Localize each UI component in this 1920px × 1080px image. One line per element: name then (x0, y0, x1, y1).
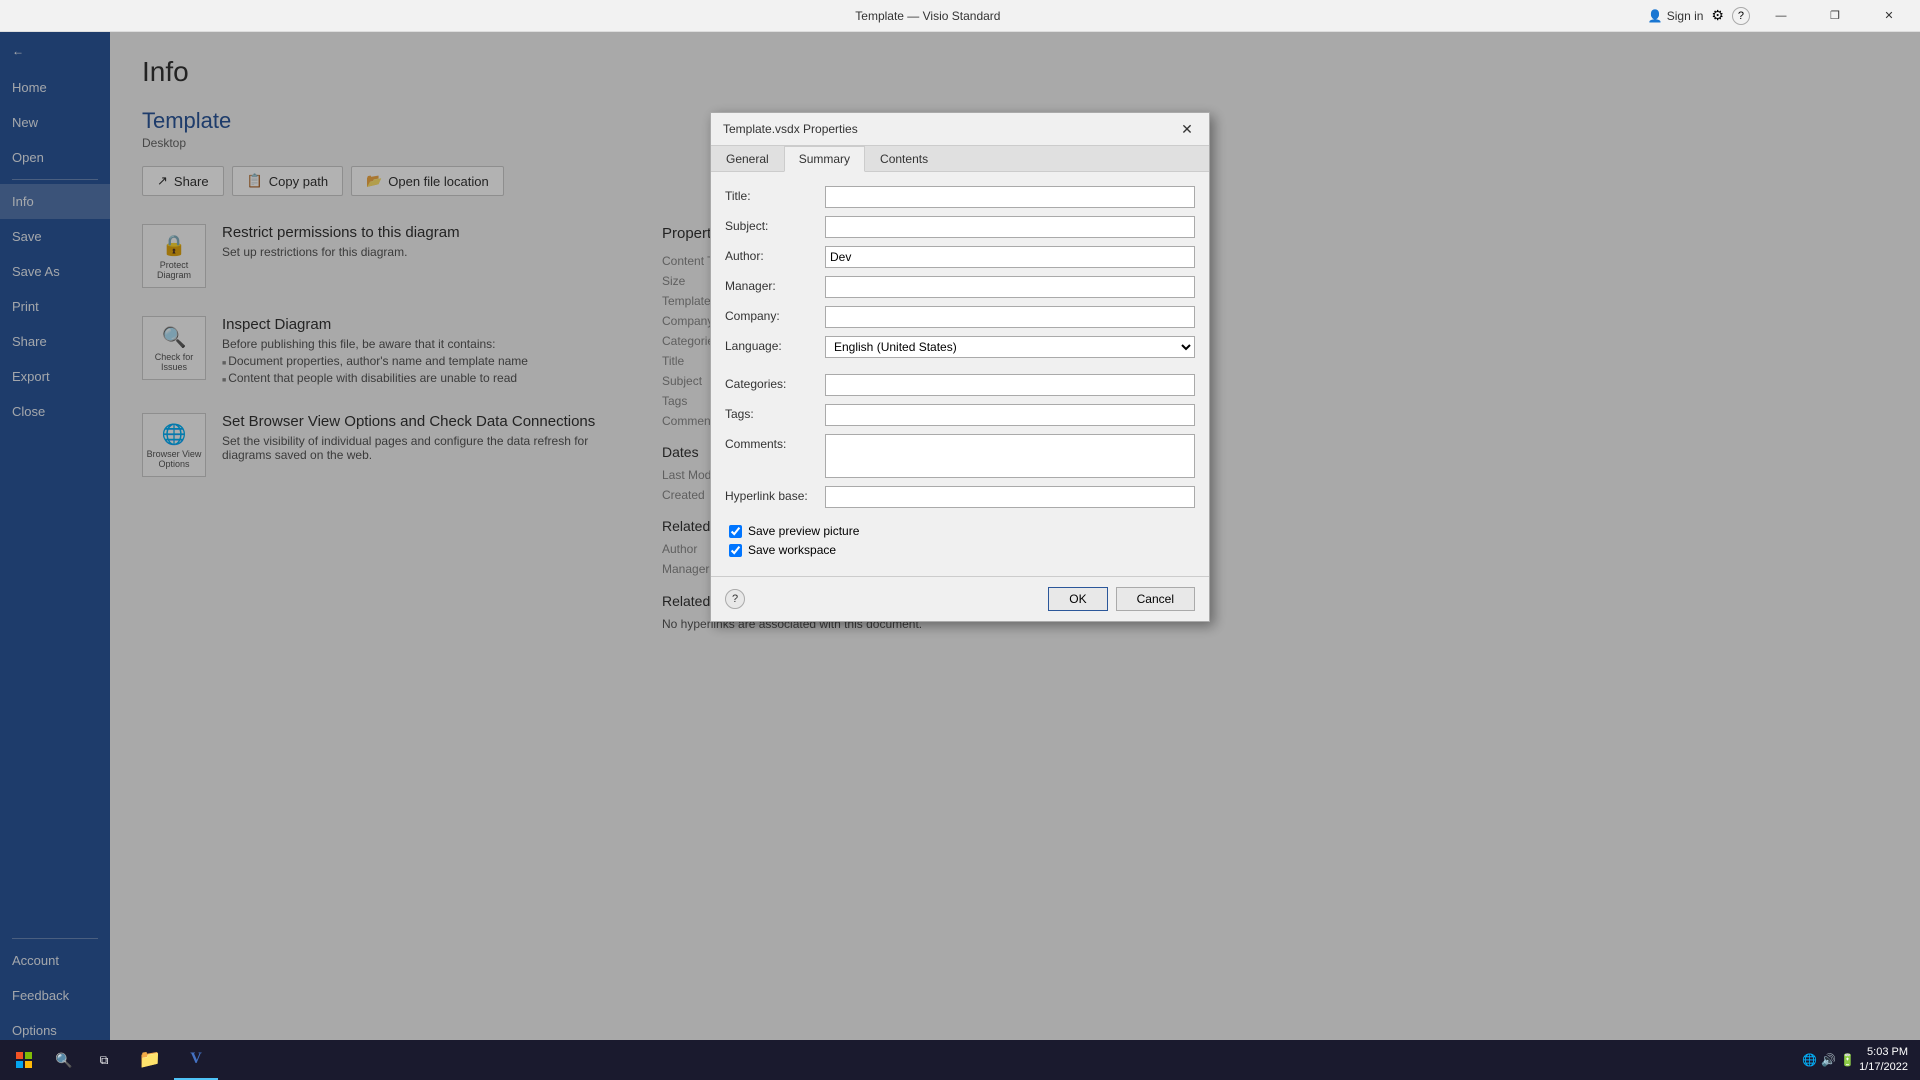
dialog-language-label: Language: (725, 336, 825, 353)
save-preview-checkbox[interactable] (729, 525, 742, 538)
user-icon: 👤 (1648, 9, 1663, 23)
help-icon[interactable]: ? (1732, 7, 1750, 25)
dialog-title: Template.vsdx Properties (723, 122, 858, 136)
close-button[interactable]: ✕ (1866, 0, 1912, 32)
task-view-button[interactable]: ⧉ (84, 1040, 124, 1080)
dialog-company-field-row: Company: (725, 306, 1195, 328)
taskbar-clock: 5:03 PM (1859, 1045, 1908, 1060)
dialog-manager-field-row: Manager: (725, 276, 1195, 298)
title-bar-controls: 👤 Sign in ⚙ ? — ❐ ✕ (1648, 0, 1912, 32)
dialog-tags-label: Tags: (725, 404, 825, 421)
network-icon: 🌐 (1802, 1053, 1817, 1067)
explorer-icon: 📁 (139, 1049, 161, 1070)
visio-icon: V (190, 1050, 202, 1068)
taskbar-app-explorer[interactable]: 📁 (128, 1040, 172, 1080)
dialog-title-field-row: Title: (725, 186, 1195, 208)
dialog-company-label: Company: (725, 306, 825, 323)
dialog-close-button[interactable]: ✕ (1177, 119, 1197, 139)
dialog-hyperlink-input[interactable] (825, 486, 1195, 508)
dialog-subject-label: Subject: (725, 216, 825, 233)
properties-dialog: Template.vsdx Properties ✕ General Summa… (710, 112, 1210, 622)
dialog-body: Title: Subject: Author: Manager: Company… (711, 172, 1209, 576)
dialog-comments-label: Comments: (725, 434, 825, 451)
save-workspace-row: Save workspace (729, 543, 1195, 557)
dialog-categories-label: Categories: (725, 374, 825, 391)
dialog-hyperlink-label: Hyperlink base: (725, 486, 825, 503)
signin-label[interactable]: Sign in (1667, 9, 1704, 23)
tab-summary[interactable]: Summary (784, 146, 865, 172)
save-workspace-label: Save workspace (748, 543, 836, 557)
taskbar-sys-icons: 🌐 🔊 🔋 (1802, 1053, 1855, 1067)
taskbar-date: 1/17/2022 (1859, 1060, 1908, 1075)
dialog-cancel-button[interactable]: Cancel (1116, 587, 1195, 611)
taskbar-time[interactable]: 5:03 PM 1/17/2022 (1859, 1045, 1908, 1076)
dialog-author-input[interactable] (825, 246, 1195, 268)
dialog-manager-input[interactable] (825, 276, 1195, 298)
title-bar: Template — Visio Standard 👤 Sign in ⚙ ? … (0, 0, 1920, 32)
taskbar: 🔍 ⧉ 📁 V 🌐 🔊 🔋 5:03 PM 1/17/2022 (0, 1040, 1920, 1080)
dialog-subject-input[interactable] (825, 216, 1195, 238)
taskbar-apps: 📁 V (128, 1040, 218, 1080)
tab-contents[interactable]: Contents (865, 146, 943, 172)
taskbar-right: 🌐 🔊 🔋 5:03 PM 1/17/2022 (1802, 1045, 1916, 1076)
task-view-icon: ⧉ (100, 1053, 109, 1068)
dialog-tabs: General Summary Contents (711, 146, 1209, 172)
dialog-company-input[interactable] (825, 306, 1195, 328)
search-button[interactable]: 🔍 (44, 1040, 84, 1080)
minimize-button[interactable]: — (1758, 0, 1804, 32)
dialog-title-label: Title: (725, 186, 825, 203)
dialog-footer-buttons: OK Cancel (1048, 587, 1195, 611)
start-button[interactable] (4, 1040, 44, 1080)
dialog-language-field-row: Language: English (United States) (725, 336, 1195, 358)
volume-icon: 🔊 (1821, 1053, 1836, 1067)
settings-icon[interactable]: ⚙ (1711, 7, 1724, 24)
app-title: Template — Visio Standard (855, 9, 1000, 23)
save-workspace-checkbox[interactable] (729, 544, 742, 557)
dialog-tags-input[interactable] (825, 404, 1195, 426)
dialog-author-label: Author: (725, 246, 825, 263)
taskbar-app-visio[interactable]: V (174, 1040, 218, 1080)
save-preview-row: Save preview picture (729, 524, 1195, 538)
dialog-author-field-row: Author: (725, 246, 1195, 268)
tab-general[interactable]: General (711, 146, 784, 172)
dialog-hyperlink-field-row: Hyperlink base: (725, 486, 1195, 508)
dialog-ok-button[interactable]: OK (1048, 587, 1107, 611)
dialog-manager-label: Manager: (725, 276, 825, 293)
dialog-tags-field-row: Tags: (725, 404, 1195, 426)
dialog-subject-field-row: Subject: (725, 216, 1195, 238)
dialog-help-button[interactable]: ? (725, 589, 745, 609)
dialog-comments-textarea[interactable] (825, 434, 1195, 478)
dialog-overlay: Template.vsdx Properties ✕ General Summa… (0, 32, 1920, 1080)
dialog-language-select[interactable]: English (United States) (825, 336, 1195, 358)
signin-area[interactable]: 👤 Sign in (1648, 9, 1704, 23)
search-icon: 🔍 (55, 1052, 72, 1069)
restore-button[interactable]: ❐ (1812, 0, 1858, 32)
battery-icon: 🔋 (1840, 1053, 1855, 1067)
dialog-footer: ? OK Cancel (711, 576, 1209, 621)
dialog-comments-field-row: Comments: (725, 434, 1195, 478)
dialog-title-input[interactable] (825, 186, 1195, 208)
dialog-title-bar: Template.vsdx Properties ✕ (711, 113, 1209, 146)
save-preview-label: Save preview picture (748, 524, 859, 538)
dialog-categories-field-row: Categories: (725, 374, 1195, 396)
dialog-categories-input[interactable] (825, 374, 1195, 396)
